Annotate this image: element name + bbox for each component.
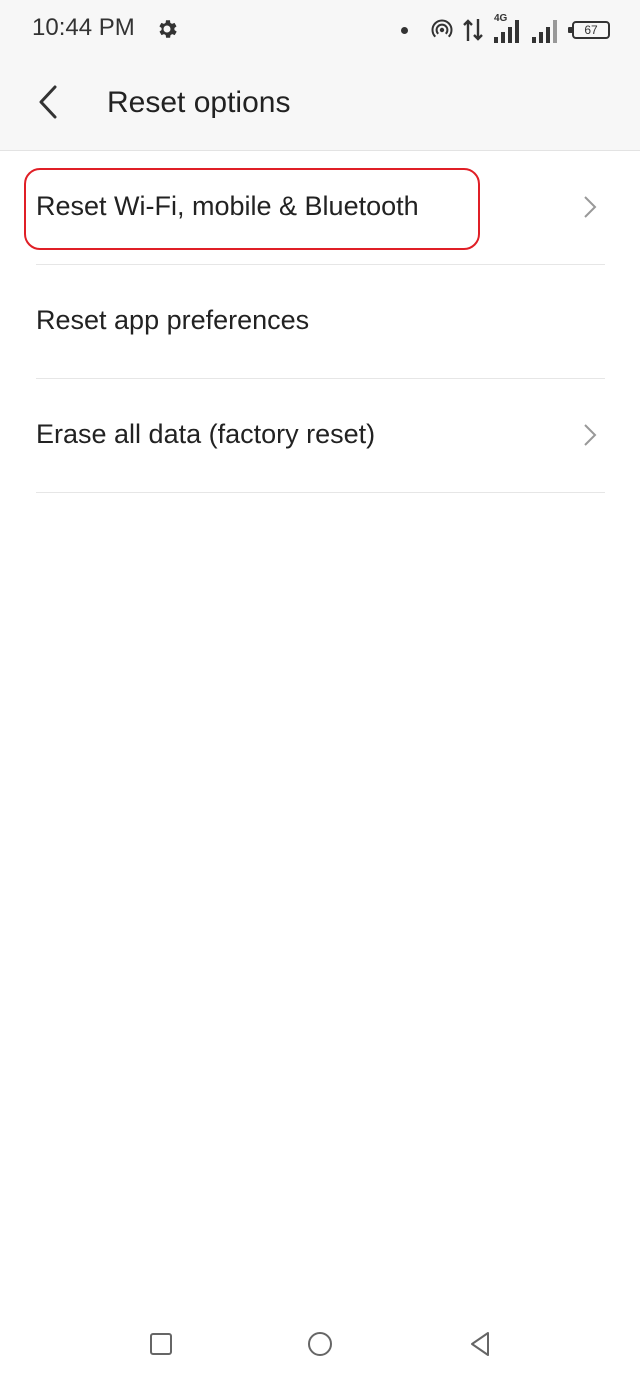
hotspot-icon <box>431 19 453 38</box>
app-bar: Reset options <box>0 60 640 150</box>
data-transfer-icon <box>463 19 483 41</box>
signal-4g-icon: 4G <box>492 13 522 45</box>
reset-options-list: Reset Wi-Fi, mobile & Bluetooth Reset ap… <box>0 151 640 493</box>
list-item-factory-reset[interactable]: Erase all data (factory reset) <box>36 379 605 493</box>
page-title: Reset options <box>107 86 291 119</box>
list-item-reset-network[interactable]: Reset Wi-Fi, mobile & Bluetooth <box>36 151 605 265</box>
recents-square-icon[interactable] <box>147 1330 175 1358</box>
status-time: 10:44 PM <box>32 14 135 41</box>
list-item-label: Erase all data (factory reset) <box>36 419 376 449</box>
chevron-right-icon <box>584 196 597 218</box>
list-item-reset-app-preferences[interactable]: Reset app preferences <box>36 265 605 379</box>
status-icons: 4G 67 <box>401 12 610 48</box>
notification-dot-icon <box>401 26 408 34</box>
signal-icon <box>532 20 557 43</box>
list-item-label: Reset Wi-Fi, mobile & Bluetooth <box>36 191 419 221</box>
battery-icon: 67 <box>568 21 610 39</box>
settings-gear-icon <box>159 20 177 38</box>
top-area: 10:44 PM 4G 67 Reset options <box>0 0 640 151</box>
screen: 10:44 PM 4G 67 Reset options Reset Wi-Fi… <box>0 0 640 1386</box>
status-bar: 10:44 PM 4G 67 <box>0 0 640 60</box>
back-triangle-icon[interactable] <box>466 1330 494 1358</box>
home-circle-icon[interactable] <box>306 1330 334 1358</box>
chevron-right-icon <box>584 424 597 446</box>
navigation-bar <box>0 1300 640 1386</box>
list-item-label: Reset app preferences <box>36 305 310 335</box>
battery-level: 67 <box>584 23 598 37</box>
back-arrow-icon[interactable] <box>28 80 72 124</box>
